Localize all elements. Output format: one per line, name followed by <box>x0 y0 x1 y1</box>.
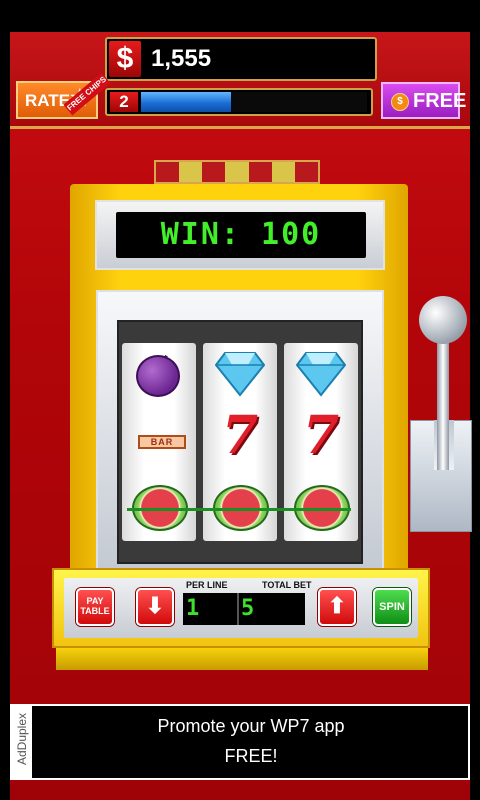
marquee-light <box>179 162 203 182</box>
arrow-down-icon: ⬇ <box>145 593 165 618</box>
dollar-icon: $ <box>109 41 141 77</box>
credits-value: 1,555 <box>151 45 212 72</box>
per-line-value: 1 <box>186 596 200 621</box>
level-number: 2 <box>110 92 138 112</box>
rate-button[interactable]: RATE ★ FREE CHIPS <box>16 72 111 119</box>
free-label: FREE <box>413 90 467 112</box>
control-panel-base <box>56 648 428 670</box>
ad-provider: AdDuplex <box>15 712 29 766</box>
reel-2: 7 <box>203 343 277 541</box>
ad-text-line-2: FREE! <box>224 746 278 766</box>
credits-display: $ 1,555 <box>105 37 377 81</box>
reel-1: BAR <box>122 343 196 541</box>
pay-table-label-1: PAY <box>86 596 104 606</box>
xp-track <box>141 92 367 112</box>
coin-icon: $ <box>391 93 409 111</box>
arrow-up-icon: ⬆ <box>327 593 347 618</box>
bet-divider <box>237 593 239 625</box>
marquee-lights <box>154 160 320 184</box>
bar-symbol: BAR <box>138 435 186 449</box>
marquee-light <box>225 162 249 182</box>
marquee-light <box>294 162 318 182</box>
decrease-bet-button[interactable]: ⬇ <box>136 588 174 626</box>
win-text: WIN: 100 <box>160 217 322 252</box>
diamond-symbol <box>215 352 265 397</box>
marquee-light <box>248 162 272 182</box>
payline <box>127 508 351 511</box>
lever-knob[interactable] <box>419 296 467 344</box>
plum-symbol <box>136 355 180 397</box>
xp-fill <box>141 92 232 112</box>
free-coins-button[interactable]: $ FREE <box>381 82 466 119</box>
seven-symbol: 7 <box>302 405 340 466</box>
pay-table-label-2: TABLE <box>80 606 110 616</box>
pay-table-button[interactable]: PAY TABLE <box>76 588 114 626</box>
diamond-symbol <box>296 352 346 397</box>
ad-text-line-1: Promote your WP7 app <box>157 716 345 736</box>
seven-symbol: 7 <box>221 405 259 466</box>
per-line-label: PER LINE <box>186 580 228 590</box>
marquee-light <box>271 162 295 182</box>
reel-3: 7 <box>284 343 358 541</box>
increase-bet-button[interactable]: ⬆ <box>318 588 356 626</box>
total-bet-value: 5 <box>241 596 255 621</box>
ad-provider-tab: AdDuplex <box>10 704 32 780</box>
total-bet-label: TOTAL BET <box>262 580 312 590</box>
marquee-light <box>156 162 180 182</box>
lever-arm[interactable] <box>437 330 449 470</box>
level-progress: 2 <box>105 88 373 116</box>
rate-label: RATE <box>25 91 71 110</box>
spin-button[interactable]: SPIN <box>373 588 411 626</box>
marquee-light <box>202 162 226 182</box>
win-display: WIN: 100 <box>116 212 366 258</box>
